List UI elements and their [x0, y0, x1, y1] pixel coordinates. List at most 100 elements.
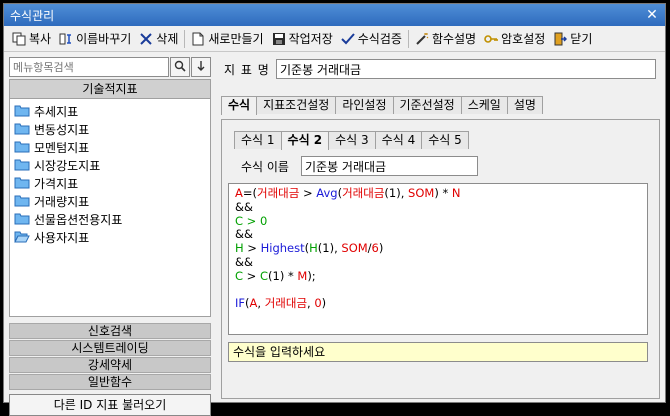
subtab-formula-1[interactable]: 수식 1	[234, 131, 282, 149]
left-panel: 기술적지표 추세지표 변동성지표 모멘텀지표 시장강도지표 가격지표	[9, 57, 211, 416]
save-icon	[272, 32, 286, 46]
tree-item[interactable]: 변동성지표	[10, 120, 210, 138]
verify-label: 수식검증	[357, 32, 402, 46]
right-panel: 지 표 명 수식 지표조건설정 라인설정 기준선설정 스케일 설명 수식 1 수…	[218, 57, 662, 400]
search-icon	[174, 60, 186, 75]
code-token: C	[235, 268, 244, 283]
tree-item-label: 변동성지표	[34, 122, 90, 137]
tree-item[interactable]: 모멘텀지표	[10, 138, 210, 156]
tree-item[interactable]: 가격지표	[10, 174, 210, 192]
category-bull-bear[interactable]: 강세약세	[9, 357, 211, 373]
tree-item[interactable]: 시장강도지표	[10, 156, 210, 174]
open-folder-icon	[14, 231, 30, 243]
delete-icon	[139, 32, 153, 46]
menu-search-input[interactable]	[9, 57, 169, 77]
category-header-technical[interactable]: 기술적지표	[9, 79, 211, 99]
code-token: &&	[235, 254, 253, 269]
arrow-down-icon	[196, 60, 206, 75]
folder-icon	[14, 159, 30, 171]
verify-button[interactable]: 수식검증	[337, 28, 406, 50]
close-button[interactable]: 닫기	[549, 28, 596, 50]
code-token: N	[451, 186, 461, 200]
search-next-button[interactable]	[191, 57, 211, 77]
load-other-id-button[interactable]: 다른 ID 지표 불러오기	[9, 394, 211, 416]
code-token: C	[235, 213, 244, 228]
magic-wand-icon	[415, 32, 429, 46]
tree-item[interactable]: 선물옵션전용지표	[10, 210, 210, 228]
indicator-name-row: 지 표 명	[218, 57, 662, 81]
code-token: >	[243, 241, 261, 256]
code-token: Avg	[316, 186, 338, 200]
formula-editor[interactable]: A=(거래대금 > Avg(거래대금(1), SOM) * N && C > 0…	[228, 183, 648, 335]
search-button[interactable]	[170, 57, 190, 77]
code-token: &&	[235, 199, 253, 214]
tree-item[interactable]: 거래량지표	[10, 192, 210, 210]
category-general-functions[interactable]: 일반함수	[9, 374, 211, 390]
code-token: 6	[371, 241, 379, 256]
subtab-formula-5[interactable]: 수식 5	[421, 131, 469, 149]
folder-icon	[14, 213, 30, 225]
code-token: 거래대금	[342, 186, 385, 200]
category-signal-search[interactable]: 신호검색	[9, 323, 211, 339]
tab-indicator-condition[interactable]: 지표조건설정	[256, 96, 337, 114]
indicator-name-input[interactable]	[276, 59, 656, 79]
code-token: =(	[242, 186, 257, 200]
folder-icon	[14, 141, 30, 153]
tree-item-label: 추세지표	[34, 104, 79, 119]
code-token: (1),	[384, 186, 409, 200]
function-help-button[interactable]: 함수설명	[411, 28, 480, 50]
save-label: 작업저장	[288, 32, 333, 46]
tab-line-settings[interactable]: 라인설정	[335, 96, 394, 114]
tab-scale[interactable]: 스케일	[460, 96, 508, 114]
tree-item[interactable]: 사용자지표	[10, 228, 210, 246]
subtab-formula-4[interactable]: 수식 4	[374, 131, 423, 149]
window-close-button[interactable]: ✕	[641, 6, 663, 24]
folder-icon	[14, 195, 30, 207]
folder-icon	[14, 105, 30, 117]
code-token: SOM	[408, 186, 435, 200]
code-token: 거래대금	[264, 296, 308, 311]
close-label: 닫기	[570, 32, 593, 46]
save-button[interactable]: 작업저장	[268, 28, 337, 50]
tab-description[interactable]: 설명	[506, 96, 543, 114]
code-token: )	[321, 296, 327, 311]
formula-name-row: 수식 이름	[241, 156, 659, 176]
delete-button[interactable]: 삭제	[135, 28, 182, 50]
code-token: SOM	[341, 241, 368, 256]
tree-item-label: 시장강도지표	[34, 158, 101, 173]
main-tabs: 수식 지표조건설정 라인설정 기준선설정 스케일 설명	[221, 96, 662, 115]
category-system-trading[interactable]: 시스템트레이딩	[9, 340, 211, 356]
code-token: A	[235, 186, 243, 200]
code-token: >	[299, 186, 317, 200]
code-token: H	[309, 241, 318, 256]
rename-button[interactable]: 이름바꾸기	[55, 28, 135, 50]
code-token: ,	[257, 296, 265, 311]
code-token: 거래대금	[257, 186, 300, 200]
folder-icon	[14, 177, 30, 189]
copy-button[interactable]: 복사	[8, 28, 55, 50]
tree-item-label: 가격지표	[34, 176, 79, 191]
toolbar-separator	[184, 29, 186, 48]
menu-search	[9, 57, 211, 77]
formula-hint-bar: 수식을 입력하세요	[228, 342, 648, 362]
new-document-icon	[191, 32, 205, 46]
code-token: &&	[235, 227, 253, 242]
subtab-formula-2[interactable]: 수식 2	[280, 131, 330, 150]
code-token: (1),	[317, 241, 342, 256]
window-title: 수식관리	[10, 8, 55, 23]
password-button[interactable]: 암호설정	[480, 28, 549, 50]
code-token: H	[235, 241, 244, 256]
code-token: );	[307, 268, 316, 283]
tree-item-label: 모멘텀지표	[34, 140, 90, 155]
formula-name-input[interactable]	[301, 156, 478, 176]
toolbar-separator	[407, 29, 409, 48]
checkmark-icon	[341, 32, 355, 46]
new-button[interactable]: 새로만들기	[187, 28, 267, 50]
tab-baseline-settings[interactable]: 기준선설정	[392, 96, 462, 114]
new-label: 새로만들기	[208, 32, 264, 46]
delete-label: 삭제	[156, 32, 179, 46]
tree-item[interactable]: 추세지표	[10, 102, 210, 120]
code-token: )	[378, 241, 384, 256]
subtab-formula-3[interactable]: 수식 3	[328, 131, 376, 149]
tab-formula[interactable]: 수식	[221, 96, 258, 115]
